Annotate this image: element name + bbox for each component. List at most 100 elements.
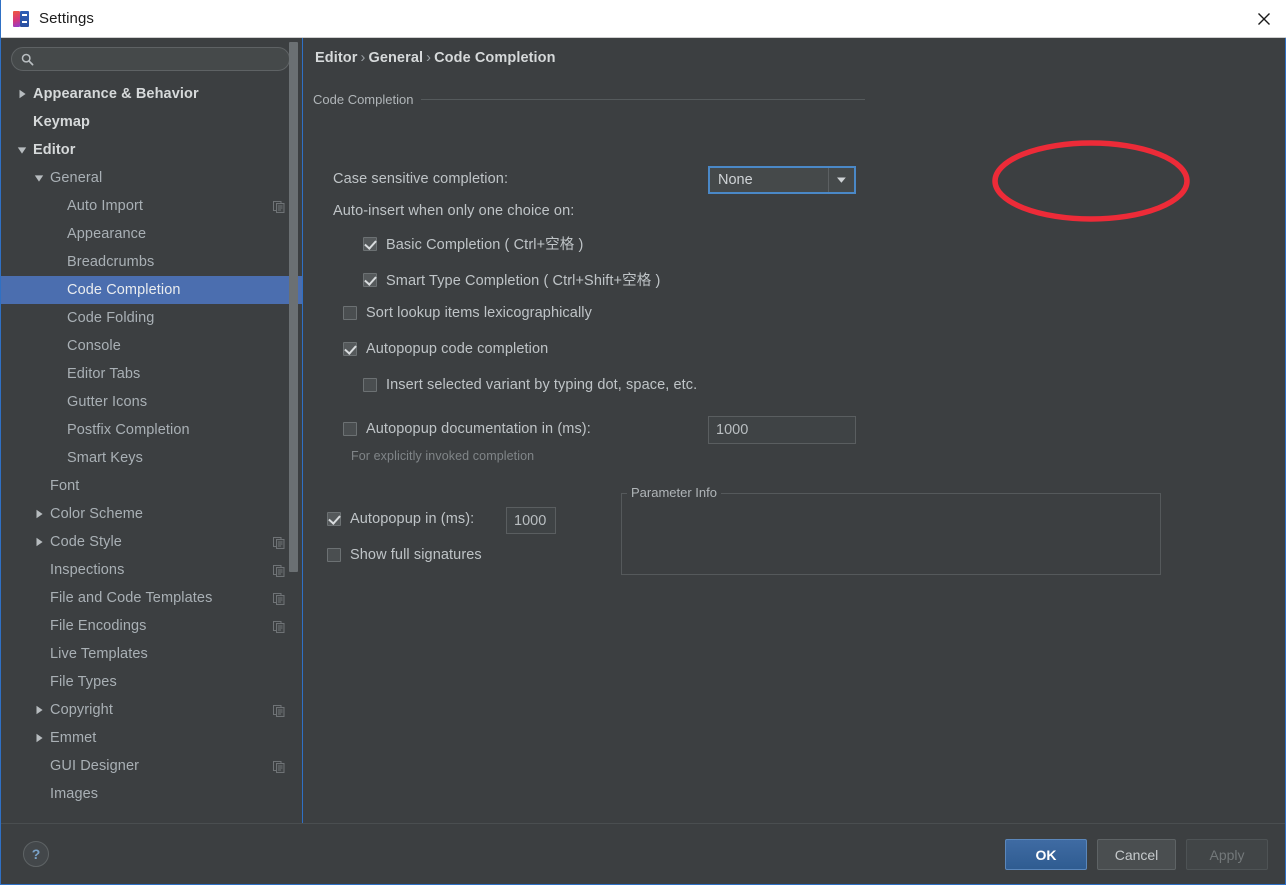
sidebar-scrollbar-thumb[interactable] — [289, 42, 298, 572]
module-scope-icon — [273, 592, 285, 605]
show-signatures-label: Show full signatures — [350, 547, 482, 563]
sidebar-item-console[interactable]: Console — [1, 332, 302, 360]
auto-insert-label-row: Auto-insert when only one choice on: — [333, 203, 574, 219]
sidebar-item-breadcrumbs[interactable]: Breadcrumbs — [1, 248, 302, 276]
sidebar-item-code-folding[interactable]: Code Folding — [1, 304, 302, 332]
parameter-info-legend: Parameter Info — [627, 485, 721, 500]
sidebar-item-appearance[interactable]: Appearance — [1, 220, 302, 248]
checkbox-smart-type-completion-ctrl-shift[interactable] — [363, 272, 377, 287]
sidebar-item-auto-import[interactable]: Auto Import — [1, 192, 302, 220]
checkbox-row[interactable]: Autopopup code completion — [343, 341, 548, 357]
checkbox-row[interactable]: Sort lookup items lexicographically — [343, 305, 592, 321]
sidebar-item-code-completion[interactable]: Code Completion — [1, 276, 302, 304]
group-divider — [421, 98, 865, 100]
checkbox-row[interactable]: Basic Completion ( Ctrl+空格 ) — [363, 233, 583, 254]
search-input[interactable] — [34, 52, 289, 66]
cancel-button[interactable]: Cancel — [1097, 839, 1176, 870]
sidebar-item-label: File Types — [50, 674, 117, 690]
sidebar-item-editor[interactable]: Editor — [1, 136, 302, 164]
chevron-down-icon[interactable] — [15, 143, 29, 157]
help-icon[interactable]: ? — [23, 841, 49, 867]
sidebar-item-editor-tabs[interactable]: Editor Tabs — [1, 360, 302, 388]
sidebar-item-copyright[interactable]: Copyright — [1, 696, 302, 724]
checkbox-insert-selected-variant-by-typing-dot-sp[interactable] — [363, 378, 377, 392]
breadcrumb-part-general[interactable]: General — [368, 50, 423, 66]
sidebar-scrollbar[interactable] — [289, 38, 300, 781]
checkbox-label: Sort lookup items lexicographically — [366, 305, 592, 321]
search-icon — [20, 52, 34, 66]
apply-button[interactable]: Apply — [1186, 839, 1268, 870]
search-box[interactable] — [11, 47, 290, 71]
autopopup-doc-checkbox[interactable] — [343, 422, 357, 436]
search-container — [1, 38, 302, 71]
sidebar-item-label: GUI Designer — [50, 758, 140, 774]
checkbox-row[interactable]: Smart Type Completion ( Ctrl+Shift+空格 ) — [363, 269, 660, 290]
settings-main-pane: Editor › General › Code Completion Code Comp… — [303, 38, 1285, 823]
case-sensitive-dropdown[interactable]: None — [708, 166, 856, 194]
close-icon[interactable] — [1241, 0, 1286, 37]
checkbox-row[interactable]: Insert selected variant by typing dot, s… — [363, 377, 697, 393]
chevron-right-icon[interactable] — [32, 731, 46, 745]
chevron-down-icon[interactable] — [828, 168, 854, 192]
sidebar-item-appearance-behavior[interactable]: Appearance & Behavior — [1, 80, 302, 108]
param-autopopup-input[interactable] — [506, 507, 556, 534]
chevron-right-icon[interactable] — [15, 87, 29, 101]
sidebar-item-gutter-icons[interactable]: Gutter Icons — [1, 388, 302, 416]
case-sensitive-row: Case sensitive completion: — [333, 171, 508, 187]
checkbox-label: Basic Completion ( Ctrl+空格 ) — [386, 237, 584, 253]
sidebar-item-code-style[interactable]: Code Style — [1, 528, 302, 556]
breadcrumb-part-code-completion: Code Completion — [434, 50, 556, 66]
sidebar-item-images[interactable]: Images — [1, 780, 302, 808]
chevron-right-icon[interactable] — [32, 535, 46, 549]
sidebar-item-keymap[interactable]: Keymap — [1, 108, 302, 136]
sidebar-item-emmet[interactable]: Emmet — [1, 724, 302, 752]
autopopup-doc-input[interactable] — [708, 416, 856, 444]
sidebar-item-live-templates[interactable]: Live Templates — [1, 640, 302, 668]
sidebar-item-label: Smart Keys — [67, 450, 143, 466]
checkbox-basic-completion-ctrl[interactable] — [363, 236, 377, 251]
checkbox-sort-lookup-items-lexicographically[interactable] — [343, 306, 357, 320]
chevron-down-icon[interactable] — [32, 171, 46, 185]
sidebar-item-label: Auto Import — [67, 198, 144, 214]
settings-tree: Appearance & Behavior Keymap Editor General… — [1, 80, 302, 823]
chevron-right-icon[interactable] — [32, 703, 46, 717]
show-signatures-row[interactable]: Show full signatures — [327, 547, 482, 563]
sidebar-item-color-scheme[interactable]: Color Scheme — [1, 500, 302, 528]
autopopup-doc-row[interactable]: Autopopup documentation in (ms): — [343, 421, 591, 437]
auto-insert-label: Auto-insert when only one choice on: — [333, 203, 575, 219]
sidebar-item-file-and-code-templates[interactable]: File and Code Templates — [1, 584, 302, 612]
settings-dialog: Settings Appearance & Behavior Keymap Ed… — [0, 0, 1286, 885]
show-signatures-checkbox[interactable] — [327, 548, 341, 562]
param-autopopup-row[interactable]: Autopopup in (ms): — [327, 511, 474, 527]
sidebar-item-label: Emmet — [50, 730, 97, 746]
sidebar-item-label: Appearance & Behavior — [33, 86, 199, 102]
sidebar-item-file-encodings[interactable]: File Encodings — [1, 612, 302, 640]
checkbox-label: Insert selected variant by typing dot, s… — [386, 377, 698, 393]
dialog-content: Appearance & Behavior Keymap Editor General… — [1, 38, 1285, 823]
module-scope-icon — [273, 200, 285, 213]
breadcrumb-part-editor[interactable]: Editor — [315, 50, 358, 66]
sidebar-item-inspections[interactable]: Inspections — [1, 556, 302, 584]
sidebar-item-label: File Encodings — [50, 618, 147, 634]
sidebar-item-smart-keys[interactable]: Smart Keys — [1, 444, 302, 472]
param-autopopup-checkbox[interactable] — [327, 512, 341, 526]
sidebar-item-file-types[interactable]: File Types — [1, 668, 302, 696]
chevron-right-icon[interactable] — [32, 507, 46, 521]
checkbox-autopopup-code-completion[interactable] — [343, 342, 357, 356]
parameter-info-group — [621, 493, 1161, 575]
sidebar-item-general[interactable]: General — [1, 164, 302, 192]
sidebar-item-label: Color Scheme — [50, 506, 144, 522]
sidebar-item-font[interactable]: Font — [1, 472, 302, 500]
sidebar-item-postfix-completion[interactable]: Postfix Completion — [1, 416, 302, 444]
ok-button[interactable]: OK — [1005, 839, 1087, 870]
sidebar-item-gui-designer[interactable]: GUI Designer — [1, 752, 302, 780]
